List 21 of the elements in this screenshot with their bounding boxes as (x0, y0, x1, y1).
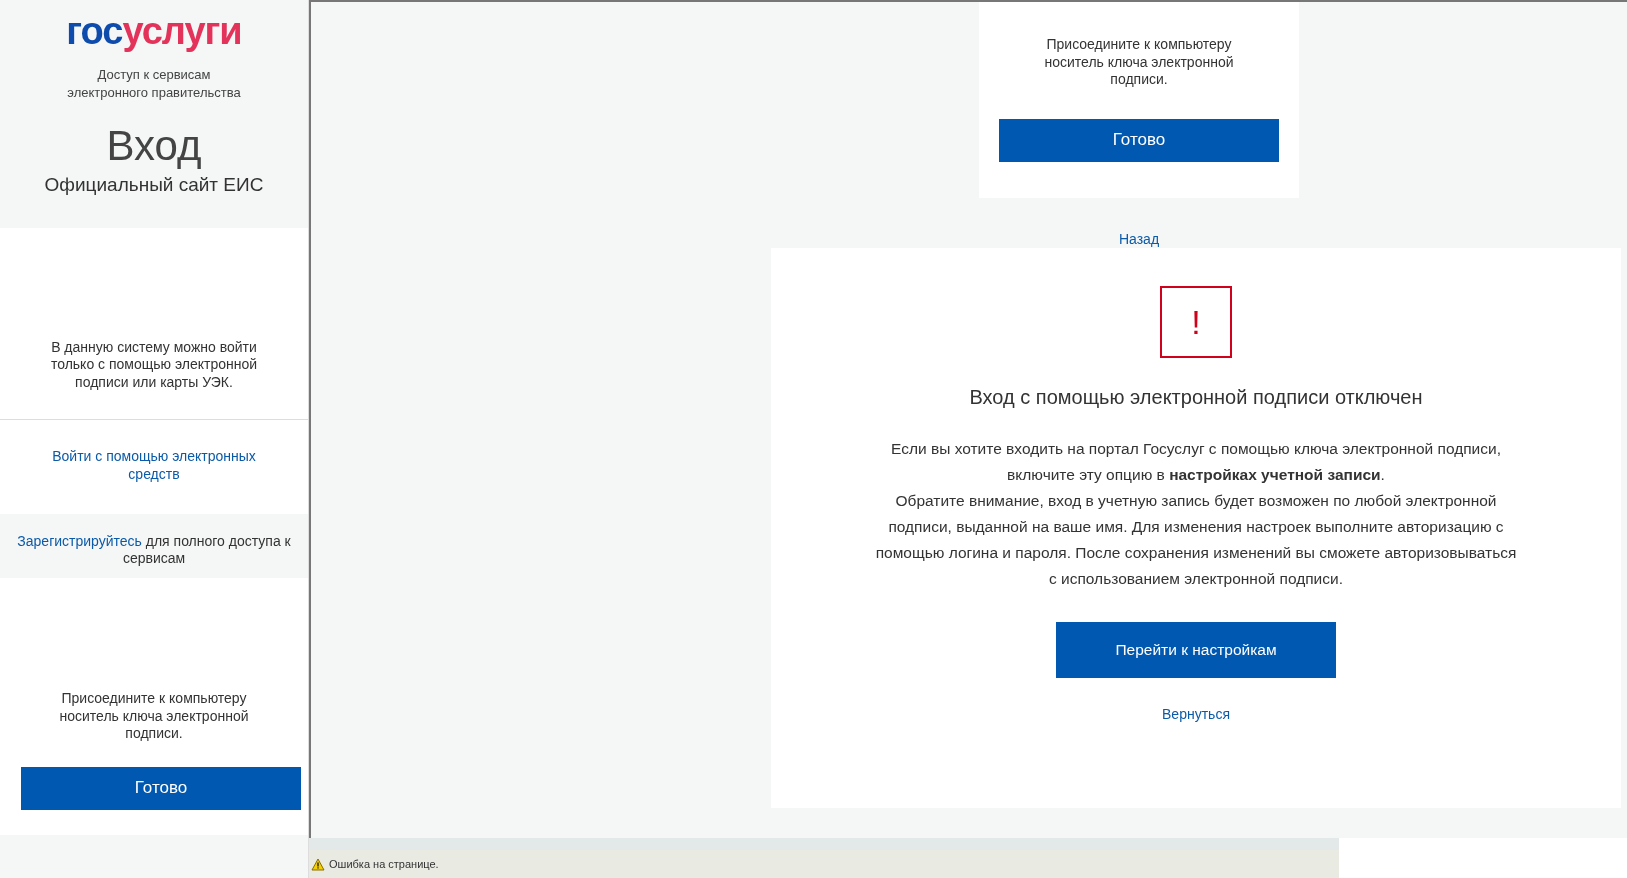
register-link[interactable]: Зарегистрируйтесь (17, 532, 142, 549)
tagline: Доступ к сервисам электронного правительства (66, 66, 242, 102)
exclamation-icon: ! (1160, 286, 1232, 358)
page-subheading: Официальный сайт ЕИС (43, 173, 265, 198)
status-text: Ошибка на странице. (329, 856, 439, 872)
return-link[interactable]: Вернуться (1162, 706, 1230, 722)
logo: госуслуги (65, 12, 243, 50)
connect-prompt: Присоедините к компьютеру носитель ключа электронной подписи. (1043, 36, 1235, 89)
esign-login-link[interactable]: Войти с помощью электронных средств (44, 448, 264, 483)
settings-button[interactable]: Перейти к настройкам (1056, 622, 1336, 678)
connect-prompt: Присоедините к компьютеру носитель ключа электронной подписи. (58, 690, 250, 743)
register-text: Зарегистрируйтесь для полного доступа к сервисам (16, 532, 292, 568)
done-button[interactable]: Готово (999, 118, 1279, 162)
alert-paragraph: Если вы хотите входить на портал Госуслуг с помощью ключа электронной подписи, включите эту опцию в настройках учетной записи. (890, 439, 1502, 485)
back-link[interactable]: Назад (1118, 230, 1160, 248)
alert-title: Вход с помощью электронной подписи отключен (968, 385, 1424, 410)
alert-paragraph: Обратите внимание, вход в учетную запись будет возможен по любой электронной подписи, выданной на ваше имя. Для изменения настроек выполните авторизацию с помощью логина и пароля. После сохранения изменений вы сможете авторизовываться с использованием электронной подписи. (874, 491, 1518, 589)
notice-text: В данную систему можно войти только с помощью электронной подписи или карты УЭК. (49, 338, 259, 391)
warning-icon (311, 857, 325, 871)
page-heading: Вход (105, 125, 203, 168)
done-button[interactable]: Готово (21, 766, 301, 810)
